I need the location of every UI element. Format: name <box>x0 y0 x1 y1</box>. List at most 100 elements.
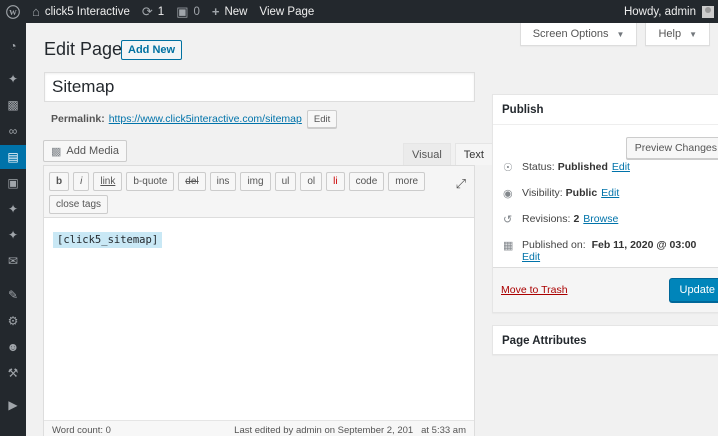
publish-title: Publish <box>502 103 544 116</box>
home-icon: ⌂ <box>32 4 40 19</box>
main-content: Screen Options ▼ Help ▼ Edit Page Add Ne… <box>26 23 718 436</box>
status-value: Published <box>557 161 608 173</box>
qt-ul-button[interactable]: ul <box>274 172 297 191</box>
status-edit-link[interactable]: Edit <box>612 161 630 173</box>
qt-ins-button[interactable]: ins <box>209 172 237 191</box>
status-label: Status: <box>522 161 555 173</box>
published-edit-link[interactable]: Edit <box>522 251 540 263</box>
view-page-label: View Page <box>259 5 315 18</box>
content-textarea[interactable]: [click5_sitemap] <box>44 218 474 403</box>
published-edit-wrap: Edit <box>522 251 696 263</box>
help-label: Help <box>658 28 682 40</box>
qt-code-button[interactable]: code <box>348 172 385 191</box>
tab-visual[interactable]: Visual <box>403 143 451 165</box>
publish-actions: Move to Trash Update <box>493 267 718 312</box>
new-label: New <box>224 5 248 18</box>
move-to-trash-link[interactable]: Move to Trash <box>501 284 568 296</box>
updates-link[interactable]: ⟳ 1 <box>136 0 170 23</box>
visibility-value: Public <box>565 187 598 199</box>
svg-text:W: W <box>9 7 17 16</box>
browse-link[interactable]: Browse <box>583 213 618 225</box>
updates-count: 1 <box>157 5 165 18</box>
admin-sidebar: ◔ ✦ ▩ ∞ ▤ ▣ ✦ ✦ ✉ ✎ ⚙ ☻ ⚒ ▶ <box>0 23 26 436</box>
revisions-value: 2 <box>573 213 580 225</box>
add-media-label: Add Media <box>66 145 119 157</box>
avatar <box>702 5 714 18</box>
media-icon: ▩ <box>51 145 62 158</box>
site-name-link[interactable]: ⌂ click5 Interactive <box>26 0 136 23</box>
fullscreen-icon[interactable]: ⤢ <box>456 176 466 192</box>
mail-icon[interactable]: ✉ <box>0 249 26 273</box>
posts-pin-icon[interactable]: ✦ <box>0 67 26 91</box>
plus-icon: + <box>211 4 220 19</box>
comments-icon[interactable]: ▣ <box>0 171 26 195</box>
add-media-button[interactable]: ▩ Add Media <box>43 140 127 162</box>
visibility-row: ◉ Visibility: Public Edit <box>503 187 619 200</box>
links-icon[interactable]: ∞ <box>0 119 26 143</box>
comments-count: 0 <box>193 5 200 18</box>
site-name-label: click5 Interactive <box>44 5 130 18</box>
collapse-play-icon[interactable]: ▶ <box>0 393 26 417</box>
tab-text[interactable]: Text <box>454 143 493 165</box>
qt-ol-button[interactable]: ol <box>300 172 323 191</box>
pin-icon[interactable]: ✦ <box>0 197 26 221</box>
qt-del-button[interactable]: del <box>178 172 206 191</box>
shortcode-text: [click5_sitemap] <box>53 232 163 248</box>
qt-italic-button[interactable]: i <box>73 172 90 191</box>
wordpress-logo-icon[interactable]: W <box>0 0 26 23</box>
qt-close-tags-button[interactable]: close tags <box>49 195 109 214</box>
calendar-icon: ▦ <box>503 240 514 252</box>
permalink-url[interactable]: https://www.click5interactive.com/sitema… <box>109 113 302 125</box>
new-content-link[interactable]: + New <box>206 0 254 23</box>
appearance-brush-icon[interactable]: ✎ <box>0 283 26 307</box>
publish-header[interactable]: Publish ▲ <box>493 95 718 125</box>
visibility-label: Visibility: <box>522 187 563 199</box>
add-new-button[interactable]: Add New <box>121 40 183 60</box>
qt-li-button[interactable]: li <box>326 172 345 191</box>
qt-blockquote-button[interactable]: b-quote <box>126 172 175 191</box>
pin-icon-2[interactable]: ✦ <box>0 223 26 247</box>
pin-icon: ☉ <box>503 162 513 174</box>
page-attributes-header[interactable]: Page Attributes ▼ <box>493 326 718 356</box>
permalink: Permalink: https://www.click5interactive… <box>51 110 338 128</box>
screen-options-button[interactable]: Screen Options ▼ <box>519 23 638 46</box>
permalink-edit-button[interactable]: Edit <box>306 110 338 128</box>
post-title-input[interactable]: Sitemap <box>44 72 475 102</box>
status-row: ☉ Status: Published Edit <box>503 161 630 174</box>
eye-icon: ◉ <box>503 188 513 200</box>
text-editor: b i link b-quote del ins img ul ol li co… <box>43 165 475 436</box>
refresh-icon: ⟳ <box>141 3 153 19</box>
published-label: Published on: <box>522 239 586 251</box>
history-icon: ↺ <box>503 214 513 226</box>
users-icon[interactable]: ☻ <box>0 335 26 359</box>
pages-icon[interactable]: ▤ <box>0 145 26 169</box>
permalink-label: Permalink: <box>51 113 105 125</box>
account-menu[interactable]: Howdy, admin <box>618 0 718 23</box>
screen-options-label: Screen Options <box>532 28 609 40</box>
screen-meta-links: Screen Options ▼ Help ▼ <box>519 23 710 46</box>
media-icon[interactable]: ▩ <box>0 93 26 117</box>
help-button[interactable]: Help ▼ <box>645 23 710 46</box>
comments-link[interactable]: ▣ 0 <box>170 0 206 23</box>
page-title: Edit Page <box>44 39 123 59</box>
caret-down-icon: ▼ <box>689 29 697 39</box>
visibility-edit-link[interactable]: Edit <box>601 187 619 199</box>
qt-img-button[interactable]: img <box>240 172 271 191</box>
caret-down-icon: ▼ <box>616 29 625 39</box>
quicktags-toolbar: b i link b-quote del ins img ul ol li co… <box>44 166 474 218</box>
tools-wrench-icon[interactable]: ⚒ <box>0 361 26 385</box>
qt-bold-button[interactable]: b <box>49 172 70 191</box>
word-count: Word count: 0 <box>52 424 111 436</box>
publish-box: Publish ▲ Preview Changes ☉ Status: Publ… <box>492 94 718 313</box>
update-button[interactable]: Update <box>668 278 718 302</box>
view-page-link[interactable]: View Page <box>254 0 321 23</box>
editor-status-bar: Word count: 0 Last edited by admin on Se… <box>44 420 474 436</box>
quicktags-row: b i link b-quote del ins img ul ol li co… <box>49 172 469 191</box>
published-on-text: Published on: Feb 11, 2020 @ 03:00 Edit <box>522 239 696 263</box>
qt-link-button[interactable]: link <box>93 172 123 191</box>
dashboard-icon[interactable]: ◔ <box>0 34 26 58</box>
plugins-icon[interactable]: ⚙ <box>0 309 26 333</box>
page-attributes-title: Page Attributes <box>502 335 587 347</box>
qt-more-button[interactable]: more <box>388 172 426 191</box>
preview-changes-button[interactable]: Preview Changes <box>625 137 718 159</box>
